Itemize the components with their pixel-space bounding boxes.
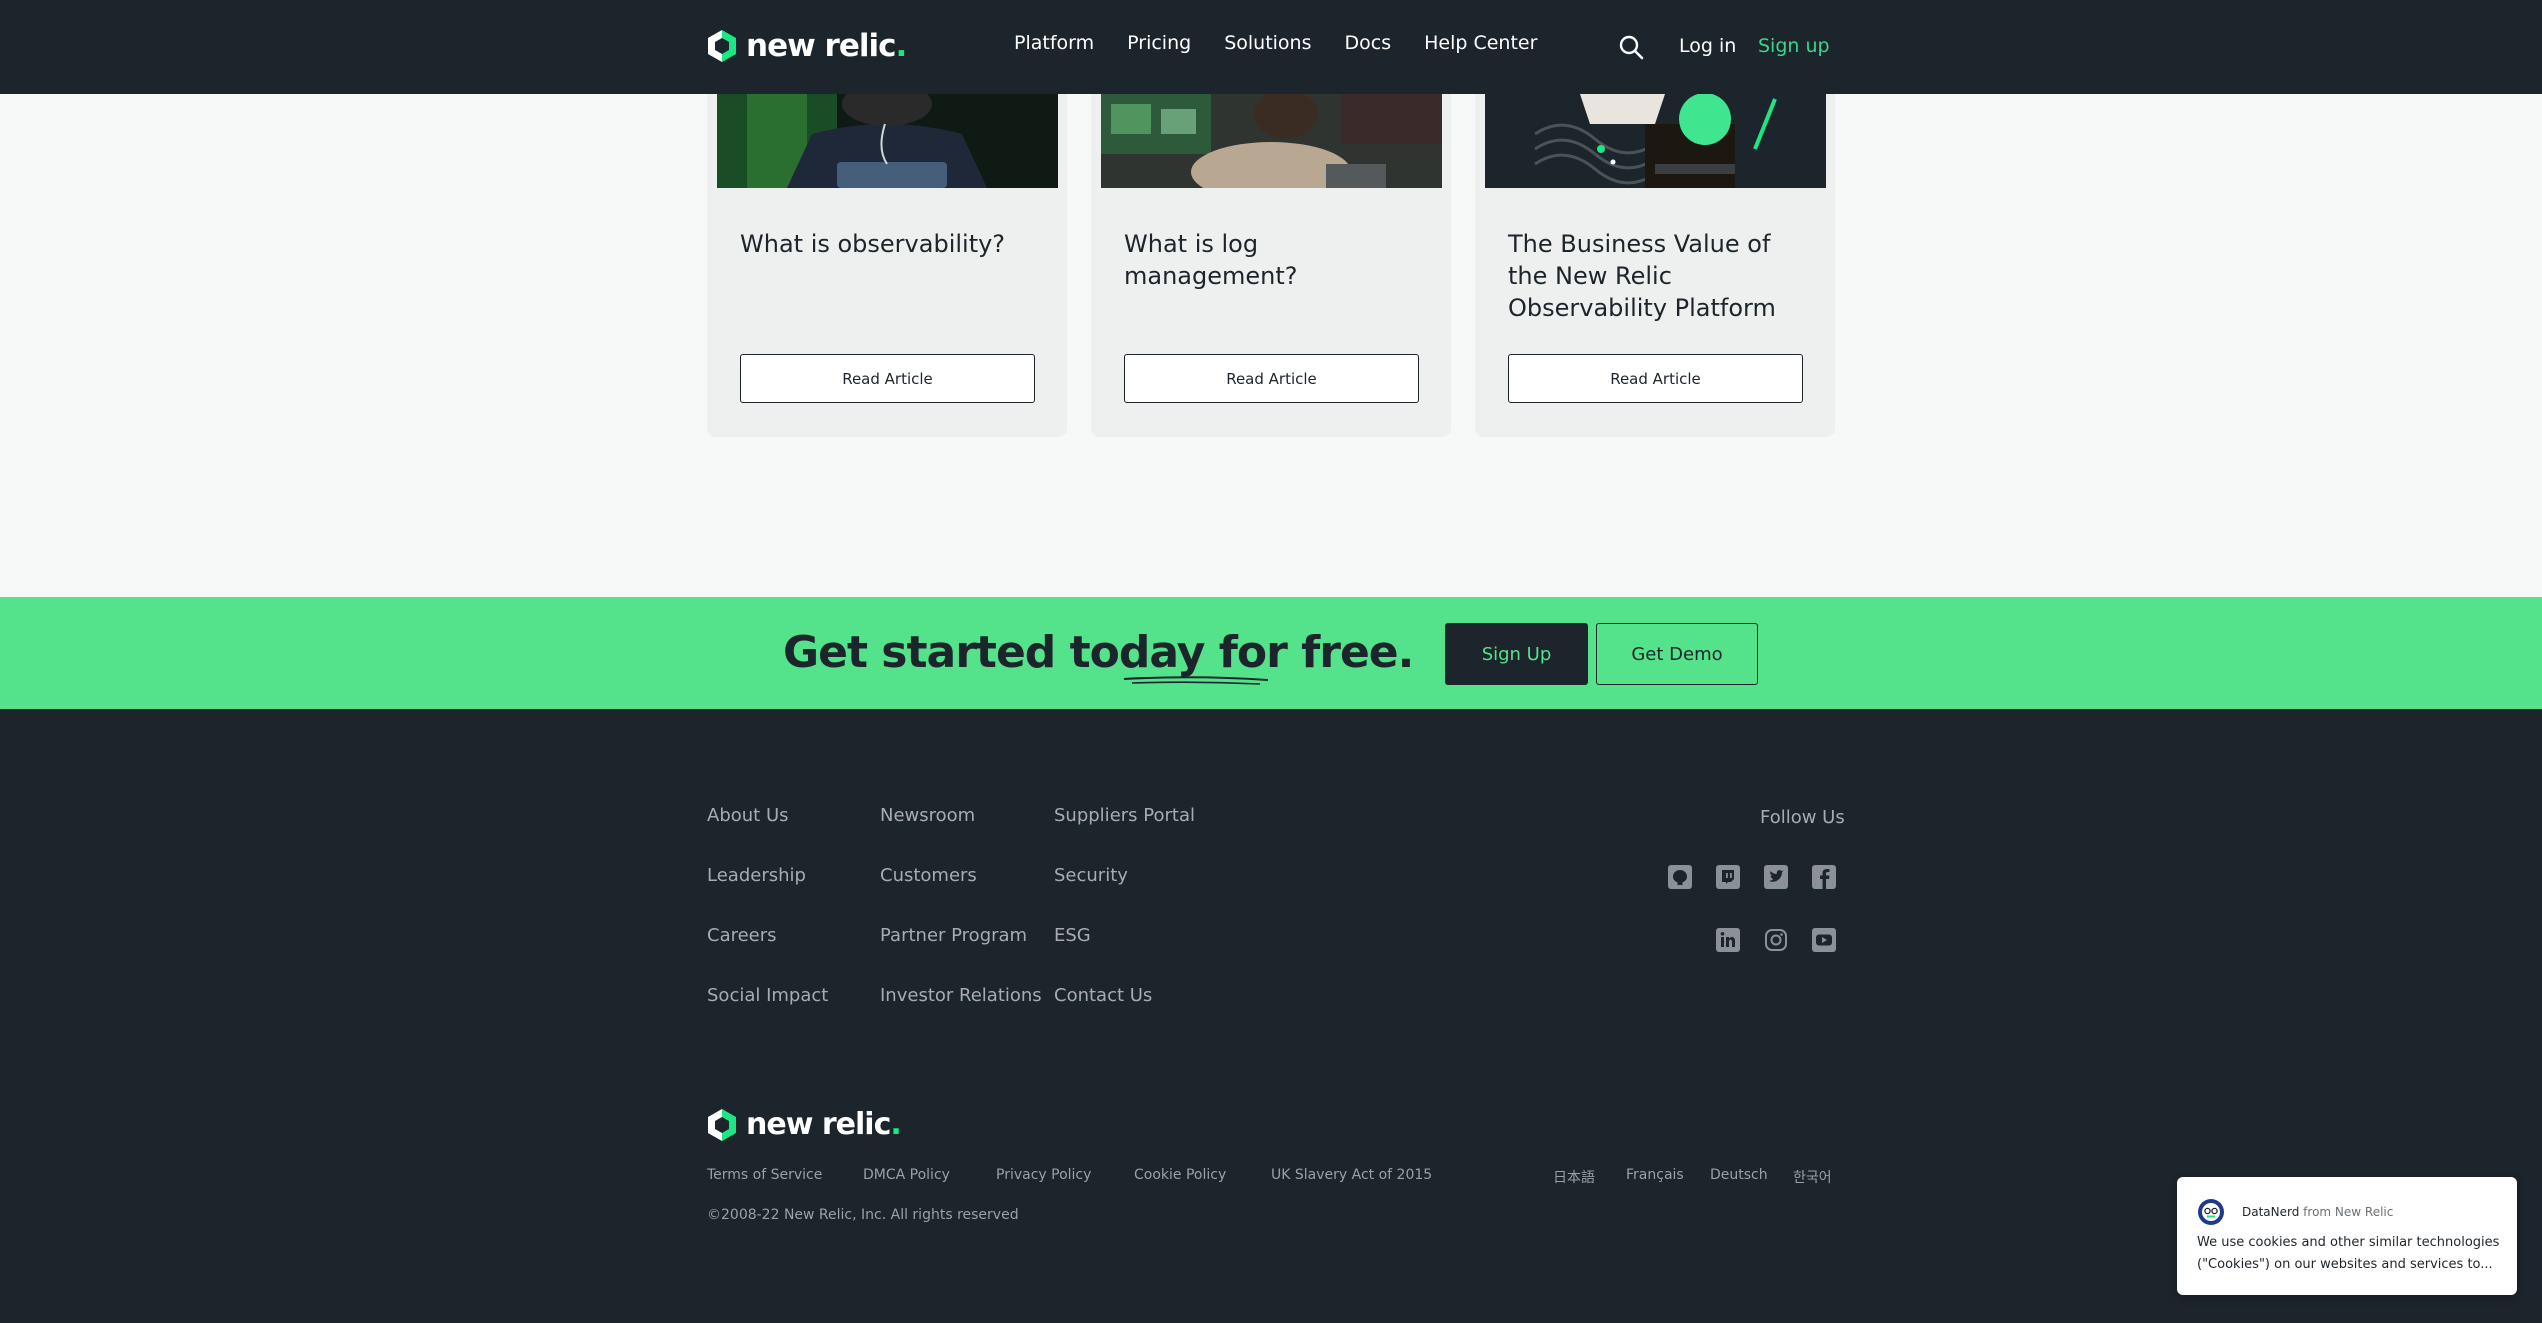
footer-logo[interactable]: new relic. <box>706 1107 902 1142</box>
footer-column-more: Suppliers Portal Security ESG Contact Us <box>1054 805 1195 1045</box>
footer-link[interactable]: Careers <box>707 925 828 985</box>
read-article-button[interactable]: Read Article <box>1124 354 1419 403</box>
nav-docs[interactable]: Docs <box>1345 32 1392 54</box>
footer-link[interactable]: Partner Program <box>880 925 1042 985</box>
new-relic-logo[interactable]: new relic. <box>706 28 907 64</box>
github-icon[interactable] <box>1667 864 1693 890</box>
footer-link[interactable]: Security <box>1054 865 1195 925</box>
twitter-icon[interactable] <box>1763 864 1789 890</box>
new-relic-logo-icon <box>708 30 736 62</box>
cookie-sender: DataNerd from New Relic <box>2242 1205 2394 1219</box>
instagram-icon[interactable] <box>1763 927 1789 953</box>
article-card: What is log management? Read Article <box>1091 94 1451 437</box>
read-article-button[interactable]: Read Article <box>740 354 1035 403</box>
twitch-icon[interactable] <box>1715 864 1741 890</box>
article-card: The Business Value of the New Relic Obse… <box>1475 94 1835 437</box>
facebook-icon[interactable] <box>1811 864 1837 890</box>
main-nav: Platform Pricing Solutions Docs Help Cen… <box>1014 32 1570 54</box>
legal-link-terms[interactable]: Terms of Service <box>707 1167 822 1183</box>
footer-link[interactable]: Investor Relations <box>880 985 1042 1045</box>
youtube-icon[interactable] <box>1811 927 1837 953</box>
read-article-button[interactable]: Read Article <box>1508 354 1803 403</box>
language-ko[interactable]: 한국어 <box>1793 1167 1832 1187</box>
legal-link-cookie[interactable]: Cookie Policy <box>1134 1167 1226 1183</box>
article-image[interactable] <box>717 94 1058 188</box>
search-icon[interactable] <box>1618 34 1644 60</box>
footer-link[interactable]: Leadership <box>707 865 828 925</box>
linkedin-icon[interactable] <box>1715 927 1741 953</box>
new-relic-logo-icon <box>708 1108 736 1141</box>
footer-column-company: About Us Leadership Careers Social Impac… <box>707 805 828 1045</box>
nav-platform[interactable]: Platform <box>1014 32 1094 54</box>
language-ja[interactable]: 日本語 <box>1553 1167 1595 1187</box>
footer-link[interactable]: Newsroom <box>880 805 1042 865</box>
legal-link-uk-slavery[interactable]: UK Slavery Act of 2015 <box>1271 1167 1432 1183</box>
datanerd-avatar-icon <box>2198 1199 2224 1225</box>
footer-link[interactable]: Suppliers Portal <box>1054 805 1195 865</box>
article-title: What is log management? <box>1124 230 1298 290</box>
cta-banner: Get started today for free. <box>0 597 2542 709</box>
article-image[interactable] <box>1101 94 1442 188</box>
cta-heading-emphasis: for free. <box>1218 627 1415 678</box>
site-header: new relic. Platform Pricing Solutions Do… <box>0 0 2542 94</box>
footer-link[interactable]: Social Impact <box>707 985 828 1045</box>
article-card: What is observability? Read Article <box>707 94 1067 437</box>
footer-link[interactable]: About Us <box>707 805 828 865</box>
underline-swash <box>1123 676 1269 685</box>
signup-link[interactable]: Sign up <box>1758 35 1830 57</box>
legal-link-dmca[interactable]: DMCA Policy <box>863 1167 950 1183</box>
cookie-notice[interactable]: DataNerd from New Relic We use cookies a… <box>2177 1177 2517 1295</box>
footer-link[interactable]: ESG <box>1054 925 1195 985</box>
login-link[interactable]: Log in <box>1679 35 1736 57</box>
cta-signup-button[interactable]: Sign Up <box>1445 623 1588 685</box>
cookie-message: We use cookies and other similar technol… <box>2197 1235 2500 1272</box>
brand-name: new relic <box>746 28 896 64</box>
copyright: ©2008-22 New Relic, Inc. All rights rese… <box>707 1207 1019 1223</box>
nav-solutions[interactable]: Solutions <box>1224 32 1311 54</box>
article-title: What is observability? <box>740 230 1006 258</box>
article-image[interactable] <box>1485 94 1826 188</box>
footer-link[interactable]: Contact Us <box>1054 985 1195 1045</box>
language-fr[interactable]: Français <box>1626 1167 1684 1183</box>
footer-link[interactable]: Customers <box>880 865 1042 925</box>
article-title: The Business Value of the New Relic Obse… <box>1508 230 1776 322</box>
follow-us-label: Follow Us <box>1760 807 1845 828</box>
nav-help-center[interactable]: Help Center <box>1424 32 1537 54</box>
footer-column-news: Newsroom Customers Partner Program Inves… <box>880 805 1042 1045</box>
get-demo-button[interactable]: Get Demo <box>1596 623 1758 685</box>
cta-heading: Get started today for free. <box>783 627 1415 678</box>
language-de[interactable]: Deutsch <box>1710 1167 1768 1183</box>
nav-pricing[interactable]: Pricing <box>1127 32 1191 54</box>
brand-name: new relic <box>746 1107 891 1142</box>
legal-link-privacy[interactable]: Privacy Policy <box>996 1167 1091 1183</box>
